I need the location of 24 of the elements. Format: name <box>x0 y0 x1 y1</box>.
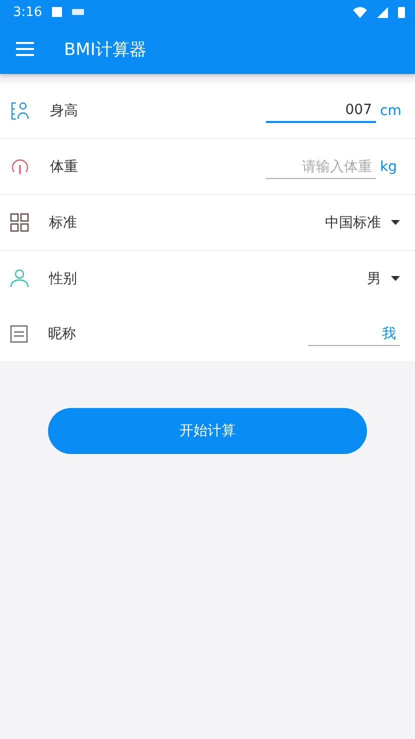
person-ruler-icon <box>10 100 30 120</box>
caret-icon <box>391 220 400 225</box>
field-label: 性别 <box>49 270 78 288</box>
grid-icon <box>10 213 29 232</box>
document-icon <box>10 324 28 342</box>
unit-label: kg <box>380 158 398 174</box>
person-icon <box>10 269 29 288</box>
field-label: 昵称 <box>48 324 77 342</box>
wifi-icon <box>353 6 367 18</box>
input-field[interactable]: 007 <box>266 98 376 123</box>
gauge-icon <box>10 156 30 176</box>
dropdown[interactable]: 男 <box>367 270 400 288</box>
dropdown[interactable]: 中国标准 <box>325 214 400 232</box>
field-label: 体重 <box>50 158 79 176</box>
input-field[interactable]: 请输入体重 <box>266 154 376 178</box>
battery-icon <box>398 6 405 18</box>
status-time: 3:16 <box>13 4 42 20</box>
menu-icon[interactable] <box>16 42 34 56</box>
signal-icon <box>377 6 388 18</box>
unit-label: cm <box>380 102 400 118</box>
app-title: BMI计算器 <box>64 38 146 60</box>
caret-icon <box>391 276 400 281</box>
field-label: 身高 <box>50 102 79 120</box>
field-label: 标准 <box>49 214 78 232</box>
